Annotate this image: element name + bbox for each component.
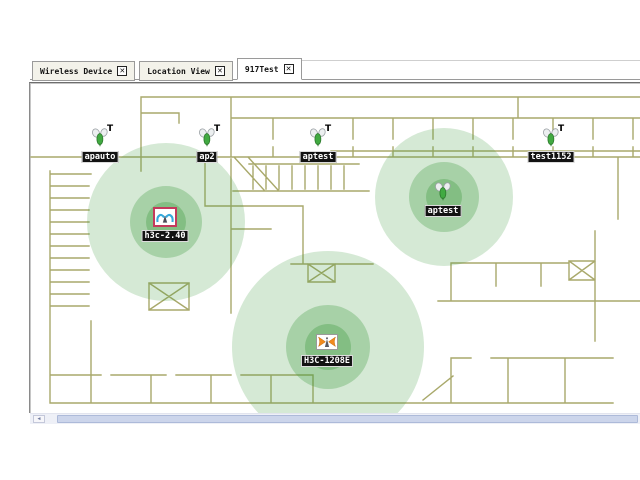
scroll-left-icon[interactable]: ◄ xyxy=(33,415,45,423)
tab-wireless-device[interactable]: Wireless Device ✕ xyxy=(32,61,135,81)
ap-boxed-blue-icon xyxy=(153,207,177,227)
device-label: test1152 xyxy=(528,151,575,163)
ap-green-icon xyxy=(432,181,454,201)
tab-label: Wireless Device xyxy=(40,67,112,76)
device-label: H3C-1208E xyxy=(301,355,353,367)
close-icon[interactable]: ✕ xyxy=(117,66,127,76)
app-window: Wireless Device ✕ Location View ✕ 917Tes… xyxy=(0,0,640,480)
location-map[interactable]: Tapauto Tap2 Taptest Ttest1152 h3c-2.40 aptes… xyxy=(29,82,640,413)
tab-label: 917Test xyxy=(245,65,279,74)
marker-t: T xyxy=(214,124,220,134)
marker-t: T xyxy=(325,124,331,134)
close-icon[interactable]: ✕ xyxy=(284,64,294,74)
coverage-layer xyxy=(87,128,513,413)
device-label: ap2 xyxy=(196,151,217,163)
device-label: aptest xyxy=(300,151,337,163)
tab-bar: Wireless Device ✕ Location View ✕ 917Tes… xyxy=(32,58,306,80)
tabstrip-top-line xyxy=(288,60,640,61)
ap-boxed-orange-icon xyxy=(316,334,338,350)
scrollbar-thumb[interactable] xyxy=(57,415,638,423)
marker-t: T xyxy=(558,124,564,134)
horizontal-scrollbar[interactable]: ◄ xyxy=(30,413,640,424)
device-label: apauto xyxy=(82,151,119,163)
close-icon[interactable]: ✕ xyxy=(215,66,225,76)
marker-t: T xyxy=(107,124,113,134)
device-label: aptest xyxy=(425,205,462,217)
device-label: h3c-2.40 xyxy=(142,230,189,242)
tab-917test[interactable]: 917Test ✕ xyxy=(237,58,302,80)
tab-label: Location View xyxy=(147,67,210,76)
tab-location-view[interactable]: Location View ✕ xyxy=(139,61,233,81)
